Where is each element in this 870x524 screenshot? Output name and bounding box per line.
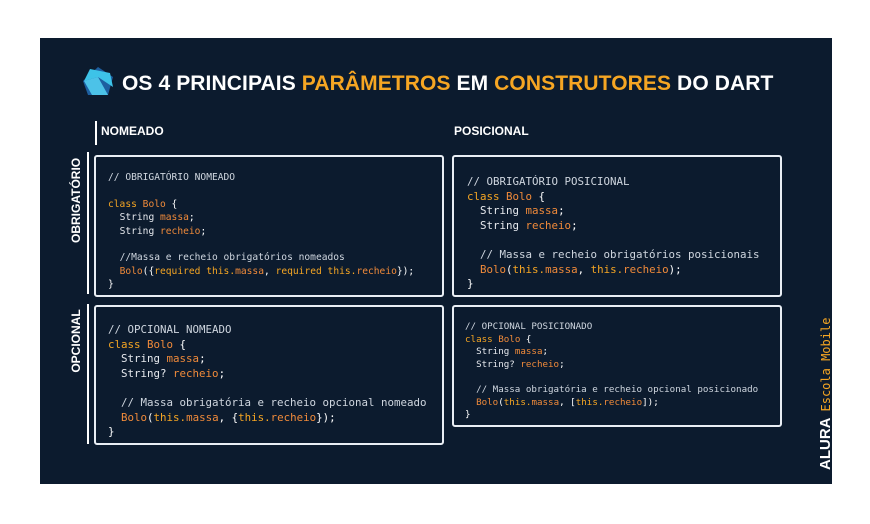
dart-logo-icon	[83, 67, 113, 95]
row-divider-required	[87, 152, 89, 294]
code-box-optional-positional: // OPCIONAL POSICIONADO class Bolo { Stri…	[452, 305, 782, 427]
brand-tagline: Escola Mobile	[819, 317, 833, 412]
column-header-named: NOMEADO	[101, 124, 164, 138]
brand-name: ALURA	[817, 417, 834, 471]
column-header-positional: POSICIONAL	[454, 124, 529, 138]
page-title: OS 4 PRINCIPAIS PARÂMETROS EM CONSTRUTOR…	[122, 72, 774, 95]
column-divider	[95, 121, 97, 145]
brand-logo: ALURA Escola Mobile	[815, 318, 834, 470]
row-header-optional: OPCIONAL	[69, 309, 83, 373]
code-box-optional-named: // OPCIONAL NOMEADO class Bolo { String m…	[94, 305, 444, 445]
row-header-required: OBRIGATÓRIO	[69, 157, 83, 243]
row-divider-optional	[87, 304, 89, 444]
code-box-required-positional: // OBRIGATÓRIO POSICIONAL class Bolo { St…	[452, 155, 782, 297]
code-box-required-named: // OBRIGATÓRIO NOMEADO​class Bolo { Stri…	[94, 155, 444, 297]
